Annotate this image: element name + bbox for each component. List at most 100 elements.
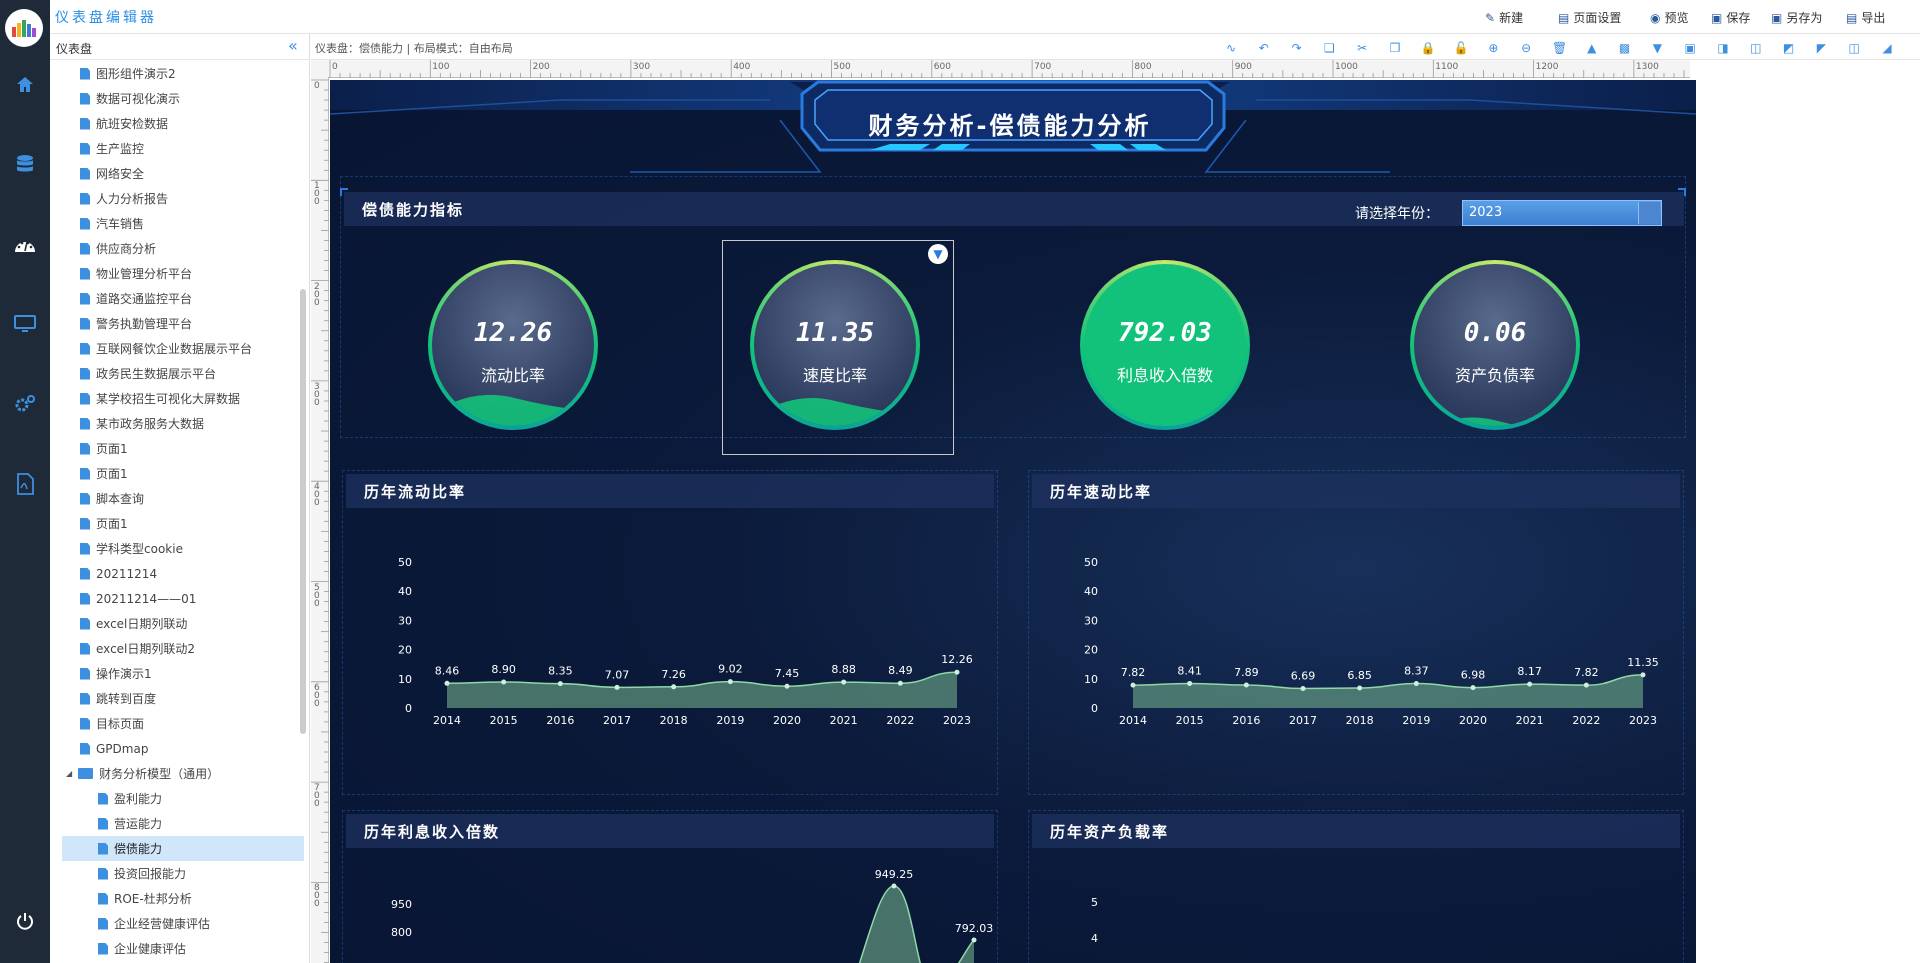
pdf-icon[interactable]: [13, 472, 37, 496]
tree-item[interactable]: 企业经营健康评估: [62, 911, 304, 936]
power-icon[interactable]: [13, 909, 37, 933]
tree-item[interactable]: 道路交通监控平台: [80, 286, 192, 311]
align-right-icon[interactable]: ◩: [1782, 41, 1796, 55]
data-point[interactable]: [444, 680, 450, 686]
data-point[interactable]: [557, 681, 563, 687]
zoom-in-icon[interactable]: ⊕: [1486, 41, 1500, 55]
layer-icon[interactable]: ▩: [1618, 41, 1632, 55]
redo-icon[interactable]: ↷: [1290, 41, 1304, 55]
tree-item[interactable]: 生产监控: [80, 136, 144, 161]
data-point[interactable]: [501, 679, 507, 685]
sidebar-scrollbar[interactable]: [300, 289, 306, 734]
save-as-button[interactable]: ▣ 另存为: [1771, 9, 1822, 26]
data-point[interactable]: [1243, 682, 1249, 688]
tree-item[interactable]: 互联网餐饮企业数据展示平台: [80, 336, 252, 361]
tree-item-selected[interactable]: 偿债能力: [62, 836, 304, 861]
tree-item[interactable]: 跳转到百度: [80, 686, 156, 711]
data-point[interactable]: [1413, 681, 1419, 687]
tree-item[interactable]: 数据可视化演示: [80, 86, 180, 111]
layer-up-icon[interactable]: ▲: [1585, 41, 1599, 55]
filter-icon[interactable]: ▼: [928, 244, 948, 264]
database-icon[interactable]: [13, 153, 37, 177]
settings-icon[interactable]: [13, 392, 37, 416]
paste-icon[interactable]: ❐: [1388, 41, 1402, 55]
tree-item[interactable]: excel日期列联动: [80, 611, 187, 636]
page-settings-button[interactable]: ▤ 页面设置: [1558, 9, 1621, 26]
tree-item[interactable]: 学科类型cookie: [80, 536, 183, 561]
data-point[interactable]: [784, 683, 790, 689]
tree-item[interactable]: 某学校招生可视化大屏数据: [80, 386, 240, 411]
data-point[interactable]: [1640, 672, 1646, 678]
tree-item[interactable]: 警务执勤管理平台: [80, 311, 192, 336]
data-point[interactable]: [897, 680, 903, 686]
gauge[interactable]: 792.03 利息收入倍数: [1080, 260, 1250, 430]
tree-item[interactable]: 人力分析报告: [80, 186, 168, 211]
tree-item[interactable]: 页面1: [80, 461, 128, 486]
align-top-icon[interactable]: ◤: [1814, 41, 1828, 55]
tree-item[interactable]: 20211214——01: [80, 586, 196, 611]
tree-item[interactable]: 某市政务服务大数据: [80, 411, 204, 436]
align-middle-icon[interactable]: ◫: [1847, 41, 1861, 55]
align-left-icon[interactable]: ◨: [1716, 41, 1730, 55]
unlock-icon[interactable]: 🔓: [1454, 41, 1469, 55]
tree-item[interactable]: 航班安检数据: [80, 111, 168, 136]
gauge[interactable]: 12.26 流动比率: [428, 260, 598, 430]
tree-item[interactable]: 投资回报能力: [62, 861, 304, 886]
cut-icon[interactable]: ✂: [1355, 41, 1369, 55]
collapse-icon[interactable]: «: [288, 36, 298, 55]
data-point[interactable]: [727, 679, 733, 685]
tree-item[interactable]: 页面1: [80, 511, 128, 536]
export-button[interactable]: ▤ 导出: [1846, 9, 1885, 26]
data-point[interactable]: [614, 684, 620, 690]
data-point[interactable]: [671, 684, 677, 690]
save-button[interactable]: ▣ 保存: [1711, 9, 1750, 26]
tree-item[interactable]: GPDmap: [80, 736, 148, 761]
data-point[interactable]: [1187, 680, 1193, 686]
tree-item[interactable]: 页面1: [80, 436, 128, 461]
align-center-icon[interactable]: ◫: [1749, 41, 1763, 55]
data-point[interactable]: [954, 669, 960, 675]
tree-item[interactable]: 盈利能力: [62, 786, 304, 811]
layer-down-icon[interactable]: ▼: [1650, 41, 1664, 55]
dropdown-arrow-icon[interactable]: [1638, 202, 1660, 224]
tree-item[interactable]: excel日期列联动2: [80, 636, 195, 661]
zoom-out-icon[interactable]: ⊖: [1519, 41, 1533, 55]
dashboard-icon[interactable]: [13, 233, 37, 257]
copy-icon[interactable]: ❏: [1322, 41, 1336, 55]
bring-front-icon[interactable]: ▣: [1683, 41, 1697, 55]
data-point[interactable]: [1130, 682, 1136, 688]
tree-folder[interactable]: ◢ 财务分析模型（通用）: [66, 761, 219, 786]
selection-box[interactable]: [722, 240, 954, 455]
tree-item[interactable]: 操作演示1: [80, 661, 152, 686]
data-point[interactable]: [841, 679, 847, 685]
monitor-icon[interactable]: [13, 312, 37, 336]
preview-button[interactable]: ◉ 预览: [1650, 9, 1689, 26]
tree-item[interactable]: 企业健康评估: [62, 936, 304, 961]
tree-item[interactable]: 图形组件演示2: [80, 61, 176, 86]
gauge[interactable]: 0.06 资产负债率: [1410, 260, 1580, 430]
tree-item[interactable]: 网络安全: [80, 161, 144, 186]
data-point[interactable]: [1527, 681, 1533, 687]
delete-icon[interactable]: 🗑: [1552, 41, 1567, 55]
link-icon[interactable]: ∿: [1224, 41, 1238, 55]
align-bottom-icon[interactable]: ◢: [1880, 41, 1894, 55]
tree-item[interactable]: 营运能力: [62, 811, 304, 836]
data-point[interactable]: [1357, 685, 1363, 691]
data-point[interactable]: [1300, 685, 1306, 691]
new-button[interactable]: ✎ 新建: [1485, 9, 1523, 26]
tree-item[interactable]: 物业管理分析平台: [80, 261, 192, 286]
tree-item[interactable]: ROE-杜邦分析: [62, 886, 304, 911]
tree-item[interactable]: 政务民生数据展示平台: [80, 361, 216, 386]
undo-icon[interactable]: ↶: [1257, 41, 1271, 55]
tree-item[interactable]: 20211214: [80, 561, 157, 586]
home-icon[interactable]: [13, 73, 37, 97]
tree-item[interactable]: 汽车销售: [80, 211, 144, 236]
data-point[interactable]: [1583, 682, 1589, 688]
data-point[interactable]: [1470, 685, 1476, 691]
year-select[interactable]: 2023: [1462, 200, 1662, 226]
tree-item[interactable]: 脚本查询: [80, 486, 144, 511]
tree-item[interactable]: 目标页面: [80, 711, 144, 736]
data-point[interactable]: [971, 937, 977, 943]
tree-item[interactable]: 供应商分析: [80, 236, 156, 261]
lock-icon[interactable]: 🔒: [1421, 41, 1436, 55]
